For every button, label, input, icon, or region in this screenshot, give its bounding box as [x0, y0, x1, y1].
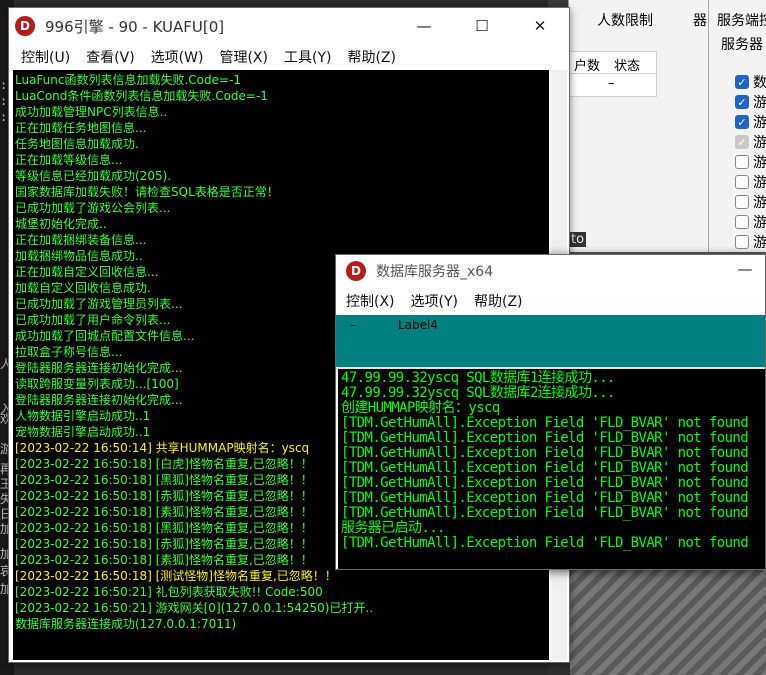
player-table: 户数 状态 – [569, 51, 657, 97]
close-button[interactable]: ✕ [511, 8, 569, 44]
checkbox-icon[interactable] [735, 215, 749, 229]
checkbox-label: 游 [753, 215, 766, 231]
db-log-line: 47.99.99.32yscq SQL数据库1连接成功... [341, 370, 615, 386]
server-checkbox-item[interactable]: 游 [735, 172, 766, 192]
checkbox-label: 游 [753, 235, 766, 251]
main-menu-item[interactable]: 控制(U) [13, 47, 78, 67]
checkbox-icon[interactable]: ✓ [735, 135, 749, 149]
main-menu-item[interactable]: 工具(Y) [276, 47, 339, 67]
main-menubar: 控制(U) 查看(V) 选项(W) 管理(X) 工具(Y) 帮助(Z) [9, 44, 569, 70]
db-menu-item[interactable]: 控制(X) [338, 291, 403, 311]
server-checkbox-item[interactable]: 游 [735, 152, 766, 172]
server-checkbox-item[interactable]: ✓ 游 [735, 92, 766, 112]
server-checkbox-item[interactable]: 游 [735, 192, 766, 212]
checkbox-icon[interactable]: ✓ [735, 115, 749, 129]
checkbox-icon[interactable]: ✓ [735, 95, 749, 109]
checkbox-label: 游 [753, 95, 766, 111]
main-menu-item[interactable]: 管理(X) [211, 47, 276, 67]
database-server-window: D 数据库服务器_x64 — 控制(X) 选项(Y) 帮助(Z) – Label4 … [335, 254, 766, 570]
player-table-col-status[interactable]: 状态 [610, 52, 644, 74]
checkbox-icon[interactable] [735, 175, 749, 189]
checkbox-label: 游 [753, 155, 766, 171]
app-logo-icon: D [15, 16, 35, 36]
server-checkbox-item[interactable]: ✓ 游 [735, 112, 766, 132]
log-line: 数据库服务器连接成功(127.0.0.1:7011) [15, 617, 237, 631]
checkbox-icon[interactable]: ✓ [735, 75, 749, 89]
main-menu-item[interactable]: 查看(V) [78, 47, 143, 67]
checkbox-label: 数 [753, 75, 766, 91]
server-control-title: 服务端控 [717, 13, 766, 29]
log-line: 城堡初始化完成.. [15, 217, 107, 231]
checkbox-label: 游 [753, 115, 766, 131]
player-limit-title: 人数限制 [597, 13, 653, 29]
player-table-cell-status: – [608, 76, 615, 91]
db-minimize-button[interactable]: — [725, 253, 765, 285]
server-checkbox-item[interactable]: 游 [735, 212, 766, 232]
log-line: 正在加载等级信息... [15, 153, 123, 167]
player-table-col-count[interactable]: 户数 [570, 52, 604, 74]
minimize-button[interactable]: — [395, 8, 453, 44]
server-checkbox-list: ✓ 数 ✓ 游 ✓ 游 ✓ 游游游游游游 [735, 72, 766, 252]
db-log-line: [TDM.GetHumAll].Exception Field 'FLD_BVA… [341, 505, 749, 521]
db-log-line: [TDM.GetHumAll].Exception Field 'FLD_BVA… [341, 415, 749, 431]
log-line: LuaCond条件函数列表信息加载失败.Code=-1 [15, 89, 268, 103]
player-limit-window: 人数限制 器 户数 状态 – to [568, 0, 708, 252]
background-image-detail [570, 560, 766, 675]
log-line: 正在加载任务地图信息... [15, 121, 147, 135]
db-status-panel: – Label4 [336, 315, 765, 367]
db-log-line: [TDM.GetHumAll].Exception Field 'FLD_BVA… [341, 535, 749, 551]
server-checkbox-item[interactable]: 游 [735, 232, 766, 252]
db-window-title: 数据库服务器_x64 [376, 264, 494, 280]
main-menu-item[interactable]: 选项(W) [143, 47, 212, 67]
main-titlebar[interactable]: D 996引擎 - 90 - KUAFU[0] — ☐ ✕ [9, 8, 569, 44]
log-line: 任务地图信息加载成功. [15, 137, 139, 151]
server-checkbox-item[interactable]: ✓ 数 [735, 72, 766, 92]
checkbox-label: 游 [753, 195, 766, 211]
main-window-title: 996引擎 - 90 - KUAFU[0] [45, 17, 225, 36]
server-checkbox-item[interactable]: ✓ 游 [735, 132, 766, 152]
log-line: 等级信息已经加载成功(205). [15, 169, 172, 183]
server-control-window: 服务端控 服务器 ✓数✓游✓游✓游游游游游游 [708, 0, 766, 252]
db-log-console: 47.99.99.32yscq SQL数据库1连接成功... 47.99.99.3… [338, 367, 765, 569]
checkbox-icon[interactable] [735, 155, 749, 169]
log-line: [2023-02-22 16:50:21] 礼包列表获取失败!! Code:50… [15, 585, 323, 599]
log-line: LuaFunc函数列表信息加载失败.Code=-1 [15, 73, 242, 87]
db-menu-item[interactable]: 选项(Y) [403, 291, 466, 311]
db-menubar: 控制(X) 选项(Y) 帮助(Z) [336, 287, 765, 315]
db-log-line: [TDM.GetHumAll].Exception Field 'FLD_BVA… [341, 475, 749, 491]
log-line: [2023-02-22 16:50:21] 游戏网关[0](127.0.0.1:… [15, 601, 374, 615]
log-line: 国家数据库加载失败！请检查SQL表格是否正常！ [15, 185, 279, 199]
checkbox-label: 游 [753, 175, 766, 191]
log-line: 正在加载捆绑装备信息... [15, 233, 147, 247]
player-limit-title-fragment: 器 [693, 13, 707, 29]
maximize-button[interactable]: ☐ [453, 8, 511, 44]
log-line: 已成功加载了游戏公会列表... [15, 201, 171, 215]
db-menu-item[interactable]: 帮助(Z) [466, 291, 531, 311]
checkbox-icon[interactable] [735, 235, 749, 249]
log-line: [2023-02-22 16:50:18] [测试怪物]怪物名重复,已忽略！！ [15, 569, 337, 583]
db-log-line: [TDM.GetHumAll].Exception Field 'FLD_BVA… [341, 445, 749, 461]
db-panel-dash: – [350, 318, 356, 332]
db-log-line: [TDM.GetHumAll].Exception Field 'FLD_BVA… [341, 460, 749, 476]
checkbox-label: 游 [753, 135, 766, 151]
db-titlebar[interactable]: D 数据库服务器_x64 — [336, 255, 765, 287]
db-log-line: 服务器已启动... [341, 520, 445, 536]
db-app-logo-icon: D [346, 261, 366, 281]
log-line: 成功加载管理NPC列表信息.. [15, 105, 168, 119]
background-bottom-text: to [569, 232, 587, 247]
db-panel-label: Label4 [398, 318, 439, 332]
db-log-line: [TDM.GetHumAll].Exception Field 'FLD_BVA… [341, 430, 749, 446]
main-menu-item[interactable]: 帮助(Z) [339, 47, 404, 67]
server-control-subtitle: 服务器 [721, 37, 763, 53]
db-log-line: 创建HUMMAP映射名：yscq [341, 400, 500, 416]
checkbox-icon[interactable] [735, 195, 749, 209]
db-log-line: [TDM.GetHumAll].Exception Field 'FLD_BVA… [341, 490, 749, 506]
db-log-line: 47.99.99.32yscq SQL数据库2连接成功... [341, 385, 615, 401]
